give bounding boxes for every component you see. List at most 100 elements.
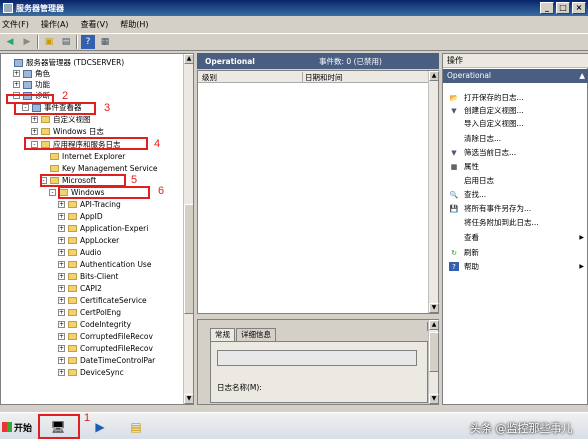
expand-icon[interactable]: +	[58, 237, 65, 244]
tree-item[interactable]: + CertPolEng	[58, 307, 121, 318]
actions-section-header[interactable]: Operational ▲	[443, 69, 588, 83]
tree-item[interactable]: + DateTimeControlPar	[58, 355, 155, 366]
menu-action[interactable]: 操作(A)	[41, 19, 69, 30]
tree-item[interactable]: + CAPI2	[58, 283, 102, 294]
forward-icon[interactable]: ▶	[20, 35, 34, 49]
expand-icon[interactable]: +	[58, 261, 65, 268]
blank-icon	[449, 233, 459, 242]
taskbar-powershell-icon[interactable]: ▶	[86, 416, 114, 438]
column-level[interactable]: 级别	[202, 72, 217, 83]
scroll-thumb[interactable]	[429, 332, 439, 372]
tree-item[interactable]: + 功能	[13, 79, 50, 90]
tree-item[interactable]: + DeviceSync	[58, 367, 124, 378]
scroll-down-button[interactable]: ▼	[184, 394, 193, 404]
tree-item[interactable]: 服务器管理器 (TDCSERVER)	[4, 57, 124, 68]
menu-help[interactable]: 帮助(H)	[120, 19, 148, 30]
taskbar-explorer-icon[interactable]: ▤	[122, 416, 150, 438]
tab-details[interactable]: 详细信息	[236, 328, 276, 341]
expand-icon[interactable]: +	[58, 249, 65, 256]
menu-view[interactable]: 查看(V)	[81, 19, 109, 30]
action-item[interactable]: 查看 ▶	[443, 231, 588, 244]
expand-icon[interactable]: +	[13, 70, 20, 77]
tree-item[interactable]: + 自定义视图	[31, 114, 91, 125]
tree-scrollbar[interactable]: ▲ ▼	[183, 54, 193, 404]
action-item[interactable]: ▦ 属性	[443, 160, 588, 173]
view-pane-icon[interactable]: ▦	[98, 35, 112, 49]
action-item[interactable]: 启用日志	[443, 174, 588, 187]
tree-item[interactable]: + CodeIntegrity	[58, 319, 131, 330]
detail-scrollbar[interactable]: ▲ ▼	[428, 320, 439, 404]
tree-item[interactable]: + Audio	[58, 247, 101, 258]
blank-icon	[449, 119, 459, 128]
refresh-icon: ↻	[451, 248, 457, 257]
tree-item[interactable]: + 角色	[13, 68, 50, 79]
tree-item[interactable]: Key Management Service	[40, 163, 158, 174]
expand-icon[interactable]: +	[58, 369, 65, 376]
collapse-arrow-icon[interactable]: ▲	[579, 69, 585, 83]
tab-general[interactable]: 常规	[210, 328, 235, 341]
action-item[interactable]: 📂 打开保存的日志...	[443, 91, 588, 104]
event-description-box[interactable]	[217, 350, 417, 366]
action-item[interactable]: 💾 将所有事件另存为...	[443, 202, 588, 215]
expand-icon[interactable]: +	[58, 297, 65, 304]
tree-item-label: Application-Experi	[80, 224, 149, 233]
tree-item[interactable]: + API-Tracing	[58, 199, 121, 210]
minimize-button[interactable]: _	[540, 2, 554, 14]
expand-icon[interactable]: +	[58, 309, 65, 316]
action-item[interactable]: 将任务附加到此日志...	[443, 216, 588, 229]
collapse-icon[interactable]: -	[49, 189, 56, 196]
tree-item[interactable]: + Bits-Client	[58, 271, 119, 282]
expand-icon[interactable]: +	[58, 201, 65, 208]
action-label: 筛选当前日志...	[464, 148, 517, 157]
scroll-up-button[interactable]: ▲	[429, 320, 439, 330]
tree-item[interactable]: + CorruptedFileRecov	[58, 343, 153, 354]
action-item[interactable]: ↻ 刷新	[443, 246, 588, 259]
folder-icon	[68, 285, 77, 292]
server-manager-window: 服务器管理器 _ □ × 文件(F) 操作(A) 查看(V) 帮助(H) ◀ ▶…	[0, 0, 588, 439]
show-hide-tree-icon[interactable]: ▤	[59, 35, 73, 49]
back-icon[interactable]: ◀	[3, 35, 17, 49]
action-item[interactable]: ? 帮助 ▶	[443, 260, 588, 273]
node-icon	[23, 69, 32, 78]
scroll-down-button[interactable]: ▼	[429, 394, 439, 404]
menu-file[interactable]: 文件(F)	[2, 19, 29, 30]
event-list-scrollbar[interactable]: ▲ ▼	[428, 71, 439, 313]
folder-icon	[68, 225, 77, 232]
expand-icon[interactable]: +	[58, 273, 65, 280]
event-list[interactable]: 级别 日期和时间 ▲ ▼	[197, 70, 439, 314]
up-folder-icon[interactable]: ▣	[42, 35, 56, 49]
expand-icon[interactable]: +	[58, 357, 65, 364]
maximize-button[interactable]: □	[556, 2, 570, 14]
scroll-thumb[interactable]	[184, 204, 193, 314]
action-item[interactable]: 清除日志...	[443, 132, 588, 145]
tree-item[interactable]: + Application-Experi	[58, 223, 148, 234]
close-button[interactable]: ×	[572, 2, 586, 14]
expand-icon[interactable]: +	[58, 225, 65, 232]
tree-item[interactable]: + AppID	[58, 211, 103, 222]
help-toolbar-icon[interactable]: ?	[81, 35, 95, 49]
expand-icon[interactable]: +	[31, 128, 38, 135]
tree-item[interactable]: + AppLocker	[58, 235, 119, 246]
start-button[interactable]: 开始	[0, 416, 34, 438]
action-item[interactable]: ▼ 筛选当前日志...	[443, 146, 588, 159]
tree-item[interactable]: Internet Explorer	[40, 151, 125, 162]
expand-icon[interactable]: +	[58, 213, 65, 220]
expand-icon[interactable]: +	[13, 81, 20, 88]
expand-icon[interactable]: +	[58, 345, 65, 352]
column-datetime[interactable]: 日期和时间	[302, 72, 343, 83]
expand-icon[interactable]: +	[58, 285, 65, 292]
action-item[interactable]: 导入自定义视图...	[443, 117, 588, 130]
scroll-down-button[interactable]: ▼	[429, 303, 439, 313]
tree-item[interactable]: + CorruptedFileRecov	[58, 331, 153, 342]
expand-icon[interactable]: +	[31, 116, 38, 123]
expand-icon[interactable]: +	[58, 321, 65, 328]
expand-icon[interactable]: +	[58, 333, 65, 340]
tree-item[interactable]: + CertificateService	[58, 295, 147, 306]
tree-item[interactable]: + Windows 日志	[31, 126, 104, 137]
action-item[interactable]: ▼ 创建自定义视图...	[443, 104, 588, 117]
tree-item[interactable]: + Authentication Use	[58, 259, 151, 270]
scroll-up-button[interactable]: ▲	[184, 54, 193, 64]
folder-icon	[68, 273, 77, 280]
scroll-up-button[interactable]: ▲	[429, 71, 439, 81]
action-item[interactable]: 🔍 查找...	[443, 188, 588, 201]
